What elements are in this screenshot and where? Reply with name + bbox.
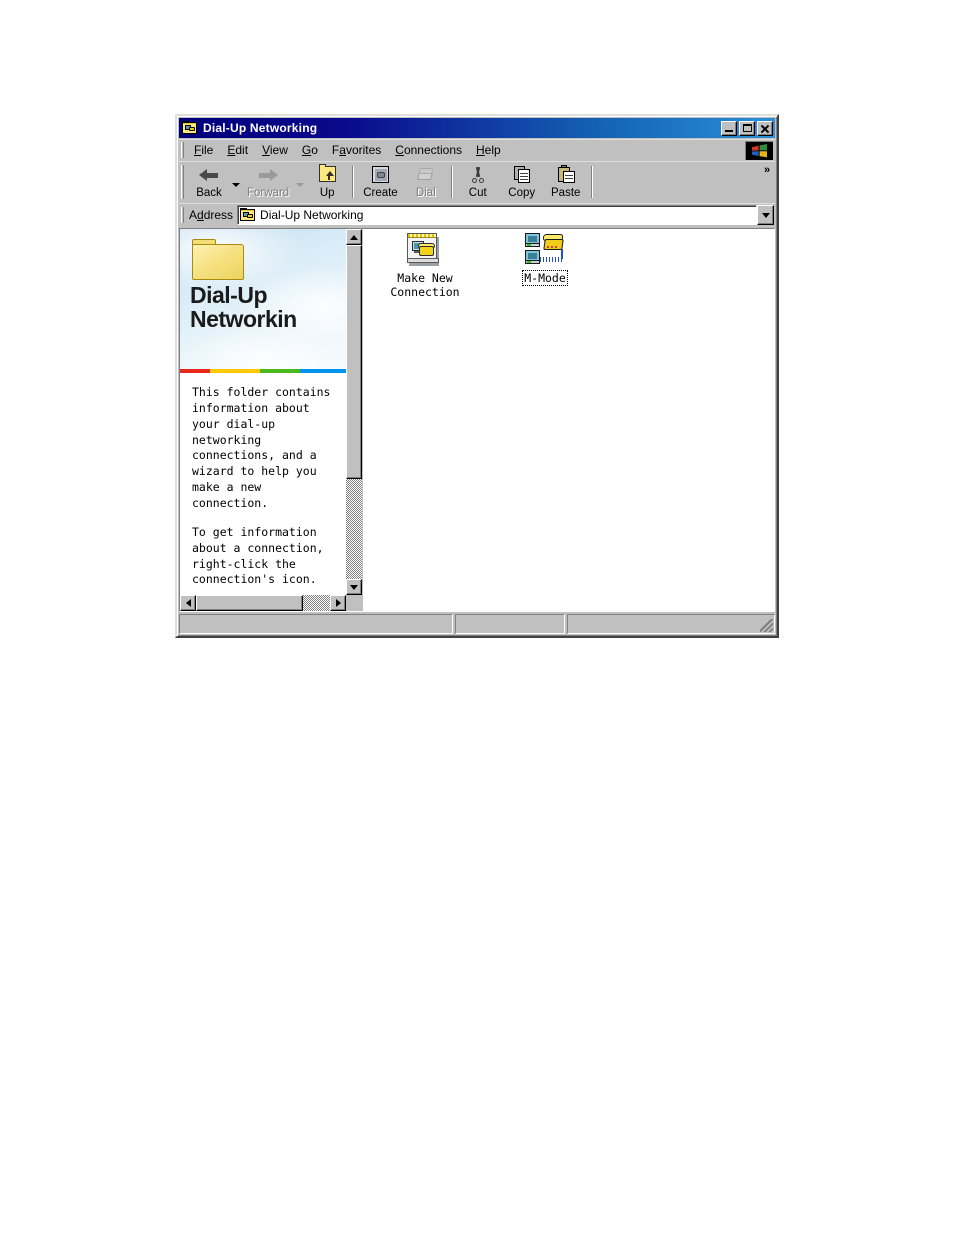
web-view-description: This folder contains information about y… xyxy=(180,373,346,595)
chevron-down-icon xyxy=(761,212,770,218)
menu-item-connections[interactable]: Connections xyxy=(388,141,469,159)
toolbar-up-button[interactable]: Up xyxy=(305,162,349,202)
up-folder-icon xyxy=(316,164,338,185)
item-make-new-connection[interactable]: Make New Connection xyxy=(377,233,473,300)
toolbar-dial-button[interactable]: Dial xyxy=(404,162,448,202)
color-divider xyxy=(180,369,346,373)
address-label: Address xyxy=(189,208,234,222)
web-view-vertical-scrollbar[interactable] xyxy=(346,229,362,595)
status-pane-3 xyxy=(567,614,775,634)
menu-drag-grip[interactable] xyxy=(181,142,184,158)
menu-item-file[interactable]: File xyxy=(187,141,220,159)
copy-pages-icon xyxy=(511,165,533,185)
item-label: Make New Connection xyxy=(390,271,460,300)
dial-up-networking-window: Dial-Up Networking File Edit View Go Fav… xyxy=(175,114,779,638)
web-view-banner: Dial-Up Networkin xyxy=(180,229,346,369)
address-dropdown-button[interactable] xyxy=(757,205,774,225)
triangle-down-icon xyxy=(350,584,358,590)
triangle-left-icon xyxy=(185,599,191,607)
close-button[interactable] xyxy=(757,120,773,136)
web-view-paragraph-1: This folder contains information about y… xyxy=(192,385,331,511)
toolbar-cut-label: Cut xyxy=(468,187,487,199)
toolbar-back-label: Back xyxy=(196,187,222,199)
toolbar-paste-button[interactable]: Paste xyxy=(544,162,588,202)
toolbar-forward-label: Forward xyxy=(247,187,290,199)
dial-phone-icon xyxy=(415,165,437,185)
toolbar-create-button[interactable]: Create xyxy=(357,162,404,202)
scroll-up-button[interactable] xyxy=(346,229,362,245)
menu-item-favorites[interactable]: Favorites xyxy=(325,141,388,159)
address-drag-grip[interactable] xyxy=(181,207,184,223)
web-view-title-line2: Networkin xyxy=(190,305,297,332)
item-label: M-Mode xyxy=(522,269,568,287)
toolbar-up-label: Up xyxy=(319,187,335,199)
title-bar[interactable]: Dial-Up Networking xyxy=(179,118,775,138)
large-folder-icon xyxy=(192,239,246,282)
scroll-down-button[interactable] xyxy=(346,579,362,595)
back-arrow-icon xyxy=(198,165,220,185)
toolbar-paste-label: Paste xyxy=(551,187,581,199)
back-dropdown-button[interactable] xyxy=(231,183,241,202)
item-m-mode[interactable]: M-Mode xyxy=(497,233,593,287)
explorer-client-area: Dial-Up Networkin This folder contains i… xyxy=(179,228,775,612)
address-value: Dial-Up Networking xyxy=(260,208,364,222)
toolbar: Back Forward Up Create Dial Cut Copy Pas… xyxy=(179,161,775,202)
scroll-track-vertical[interactable] xyxy=(346,245,362,579)
toolbar-forward-button[interactable]: Forward xyxy=(241,162,295,202)
address-input[interactable]: Dial-Up Networking xyxy=(237,205,757,225)
toolbar-cut-button[interactable]: Cut xyxy=(456,162,500,202)
folder-items-pane[interactable]: Make New Connection M-Mode xyxy=(363,229,774,611)
chevron-down-icon xyxy=(296,183,305,187)
menu-bar: File Edit View Go Favorites Connections … xyxy=(179,139,775,160)
scroll-thumb-vertical[interactable] xyxy=(346,245,362,479)
scroll-track-horizontal[interactable] xyxy=(196,595,330,611)
minimize-button[interactable] xyxy=(721,120,737,136)
menu-item-help[interactable]: Help xyxy=(469,141,508,159)
scroll-thumb-horizontal[interactable] xyxy=(196,595,304,611)
scroll-left-button[interactable] xyxy=(180,595,196,611)
web-view-title-line1: Dial-Up xyxy=(190,282,268,308)
window-folder-icon xyxy=(182,121,198,135)
forward-arrow-icon xyxy=(257,165,279,185)
window-title: Dial-Up Networking xyxy=(203,121,318,135)
web-view-content: Dial-Up Networkin This folder contains i… xyxy=(180,229,346,595)
toolbar-drag-grip[interactable] xyxy=(181,165,184,199)
web-view-horizontal-scrollbar[interactable] xyxy=(180,595,362,611)
toolbar-separator xyxy=(352,166,355,198)
resize-grip-icon[interactable] xyxy=(760,619,773,632)
maximize-button[interactable] xyxy=(739,120,755,136)
toolbar-back-button[interactable]: Back xyxy=(187,162,231,202)
toolbar-overflow-button[interactable]: » xyxy=(759,162,775,202)
status-pane-1 xyxy=(179,614,453,634)
toolbar-separator xyxy=(450,166,453,198)
address-bar: Address Dial-Up Networking xyxy=(179,203,775,226)
toolbar-create-label: Create xyxy=(363,187,398,199)
web-view-pane: Dial-Up Networkin This folder contains i… xyxy=(180,229,363,611)
window-controls xyxy=(721,120,773,136)
scissors-icon xyxy=(467,165,489,185)
forward-dropdown-button[interactable] xyxy=(295,183,305,202)
triangle-right-icon xyxy=(335,599,341,607)
status-pane-2 xyxy=(455,614,565,634)
scrollbar-corner xyxy=(346,595,362,611)
web-view-paragraph-2: To get information about a connection, r… xyxy=(192,524,324,587)
menu-item-view[interactable]: View xyxy=(255,141,295,159)
clipboard-paste-icon xyxy=(555,165,577,185)
toolbar-copy-label: Copy xyxy=(508,187,536,199)
menu-item-edit[interactable]: Edit xyxy=(220,141,255,159)
toolbar-copy-button[interactable]: Copy xyxy=(500,162,544,202)
triangle-up-icon xyxy=(350,234,358,240)
create-connection-icon xyxy=(369,165,391,185)
chevron-down-icon xyxy=(232,183,240,187)
dialup-connection-icon xyxy=(525,233,565,267)
toolbar-separator xyxy=(590,166,593,198)
windows-logo-icon[interactable] xyxy=(745,140,773,160)
folder-dialup-icon xyxy=(240,208,256,222)
make-new-connection-icon xyxy=(407,233,443,267)
toolbar-dial-label: Dial xyxy=(415,187,436,199)
status-bar xyxy=(179,614,775,634)
menu-item-go[interactable]: Go xyxy=(295,141,325,159)
web-view-title: Dial-Up Networkin xyxy=(190,282,346,332)
scroll-right-button[interactable] xyxy=(330,595,346,611)
